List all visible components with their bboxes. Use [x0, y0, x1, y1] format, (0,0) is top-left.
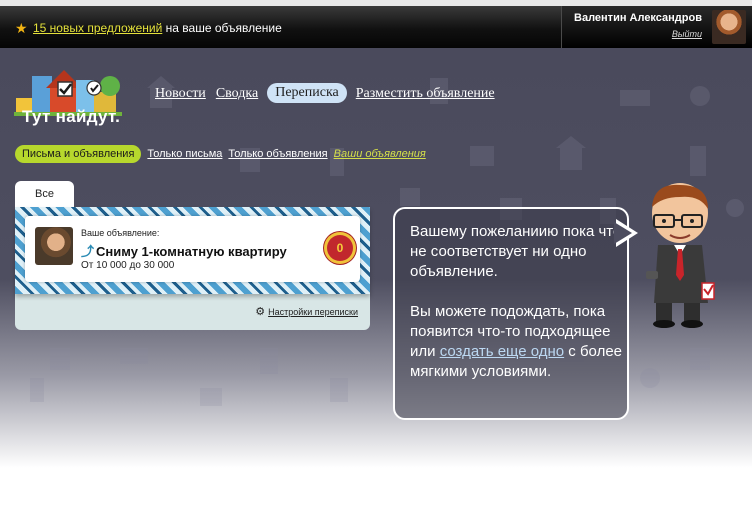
filter-your-ads[interactable]: Ваши объявления — [334, 148, 426, 160]
avatar[interactable] — [712, 10, 746, 44]
speech-bubble: Вашему пожеланиию пока что не соответств… — [393, 207, 629, 420]
ad-card: Ваше объявление: ⤴ Сниму 1-комнатную квар… — [15, 207, 370, 330]
offers-notice: 15 новых предложений на ваше объявление — [33, 21, 282, 35]
settings-label: Настройки переписки — [268, 307, 358, 317]
replies-count-badge: 0 — [327, 235, 353, 261]
filter-letters-only[interactable]: Только письма — [147, 148, 222, 160]
filter-ads-only[interactable]: Только объявления — [228, 148, 327, 160]
main-nav: Новости Сводка Переписка Разместить объя… — [154, 83, 496, 103]
nav-correspondence[interactable]: Переписка — [267, 83, 347, 103]
bubble-tail-inner — [614, 222, 632, 244]
ad-title[interactable]: ⤴ Сниму 1-комнатную квартиру — [81, 241, 287, 260]
star-icon: ★ — [15, 20, 28, 36]
striped-frame: Ваше объявление: ⤴ Сниму 1-комнатную квар… — [15, 207, 370, 294]
offers-link[interactable]: 15 новых предложений — [33, 21, 162, 35]
user-name[interactable]: Валентин Александров — [574, 12, 702, 24]
ad-photo — [35, 227, 73, 265]
logo-title[interactable]: Тут найдут. — [22, 107, 120, 127]
nav-summary[interactable]: Сводка — [215, 86, 259, 103]
user-box: Валентин Александров Выйти — [561, 6, 752, 48]
top-bar: ★ 15 новых предложений на ваше объявлени… — [0, 0, 752, 48]
tab-all[interactable]: Все — [15, 181, 74, 208]
ad-title-text: Сниму 1-комнатную квартиру — [96, 244, 287, 259]
mascot-character — [646, 183, 715, 328]
nav-news[interactable]: Новости — [154, 86, 207, 103]
gear-icon: ⚙ — [255, 306, 266, 318]
create-another-link[interactable]: создать еще одно — [440, 343, 564, 360]
nav-post-ad[interactable]: Разместить объявление — [355, 86, 496, 103]
turn-arrow-icon: ⤴ — [81, 244, 95, 259]
ad-caption: Ваше объявление: — [81, 228, 160, 238]
bubble-suggestion: Вы можете подождать, пока появится что-т… — [410, 302, 622, 382]
filter-letters-and-ads[interactable]: Письма и объявления — [15, 145, 142, 163]
bubble-message: Вашему пожеланиию пока что не соответств… — [410, 223, 622, 280]
ad-price: От 10 000 до 30 000 — [81, 260, 175, 271]
logout-link[interactable]: Выйти — [672, 29, 702, 39]
correspondence-settings-link[interactable]: ⚙ Настройки переписки — [255, 305, 358, 318]
sub-nav: Письма и объявления Только письма Только… — [15, 145, 426, 163]
ad-item[interactable]: Ваше объявление: ⤴ Сниму 1-комнатную квар… — [25, 216, 360, 282]
offers-text: на ваше объявление — [162, 21, 282, 35]
